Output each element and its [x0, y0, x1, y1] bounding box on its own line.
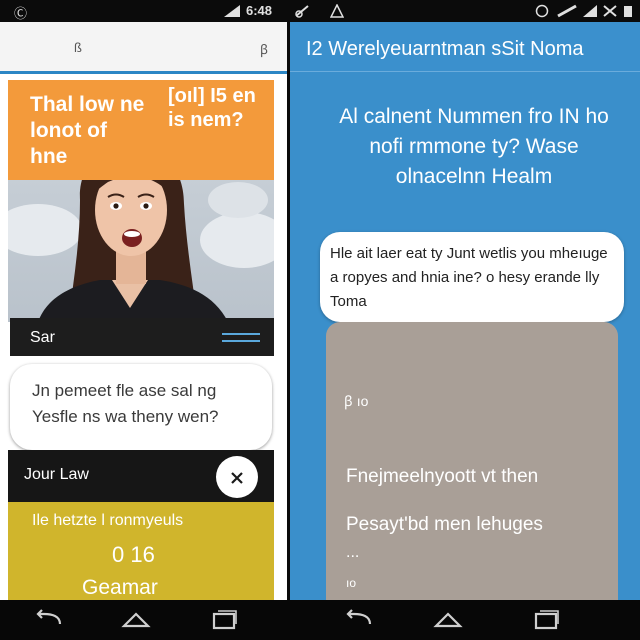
recents-icon[interactable] — [528, 608, 564, 632]
left-phone-screen: ß ꞵ Thal low ne lonot of hne [oıl] I5 en… — [0, 22, 287, 600]
back-icon[interactable] — [30, 608, 66, 632]
contact-name: Jour Law — [24, 466, 89, 483]
menu-icon[interactable] — [222, 332, 260, 344]
home-icon[interactable] — [118, 608, 154, 632]
stats-card: Ile hetzte l ronmyeuls 0 16 Geamar — [8, 502, 274, 600]
info-line-2: Pesayt'bd men lehuges — [346, 514, 543, 535]
home-icon[interactable] — [430, 608, 466, 632]
info-line-1: Fnejmeelnyoott vt then — [346, 466, 539, 487]
close-button[interactable] — [216, 456, 258, 498]
recents-icon[interactable] — [206, 608, 242, 632]
app-header: I2 Werelyeuarntman sSit Noma — [290, 22, 640, 72]
battery-icon — [624, 6, 632, 17]
hero-image: Thal low ne lonot of hne [oıl] I5 en is … — [8, 80, 274, 322]
info-panel[interactable]: ꞵ ıo Fnejmeelnyoott vt then Pesayt'bd me… — [326, 322, 618, 600]
toolbar-action-right[interactable]: ꞵ — [260, 40, 268, 58]
page-heading: Al calnent Nummen fro IN ho nofi rmmone … — [339, 105, 609, 188]
section-label: Sar — [30, 329, 55, 346]
status-bar: Ⓒ 6:48 — [0, 0, 640, 22]
stats-value: 0 16 — [112, 542, 155, 567]
stats-label: Ile hetzte l ronmyeuls — [32, 512, 184, 529]
message-bubble: Jn pemeet fle ase sal ng Yesfle ns wa th… — [10, 364, 272, 450]
stats-caption: Geamar — [82, 576, 158, 599]
hero-badge: [oıl] I5 en is nem? — [168, 85, 256, 131]
notification-icon — [330, 4, 344, 18]
message-text: Hle ait laer eat ty Junt wetlis you mheı… — [330, 245, 608, 310]
info-line-4: ıo — [346, 576, 357, 590]
message-bubble: Hle ait laer eat ty Junt wetlis you mheı… — [320, 232, 624, 322]
left-toolbar: ß ꞵ — [0, 22, 287, 74]
info-panel-icon: ꞵ ıo — [344, 393, 369, 409]
hero-headline: Thal low ne lonot of hne — [30, 93, 145, 168]
battery-icon — [603, 5, 617, 17]
app-title: I2 Werelyeuarntman sSit Noma — [306, 38, 584, 60]
section-header-card[interactable]: Sar — [10, 318, 274, 356]
info-line-3: ... — [346, 544, 360, 561]
right-phone-screen: I2 Werelyeuarntman sSit Noma Al calnent … — [290, 22, 640, 600]
message-text: Jn pemeet fle ase sal ng Yesfle ns wa th… — [32, 381, 219, 426]
alarm-icon — [535, 4, 549, 18]
navigation-bar — [0, 600, 640, 640]
signal-icon — [557, 4, 577, 18]
toolbar-action-left[interactable]: ß — [74, 40, 82, 55]
contact-card[interactable]: Jour Law — [8, 450, 274, 502]
wifi-icon — [583, 5, 597, 17]
status-clock: 6:48 — [246, 3, 273, 18]
close-icon — [231, 472, 243, 484]
wifi-icon — [224, 5, 240, 17]
back-icon[interactable] — [340, 608, 376, 632]
signal-icon — [295, 5, 309, 18]
status-app-icon: Ⓒ — [14, 6, 28, 21]
